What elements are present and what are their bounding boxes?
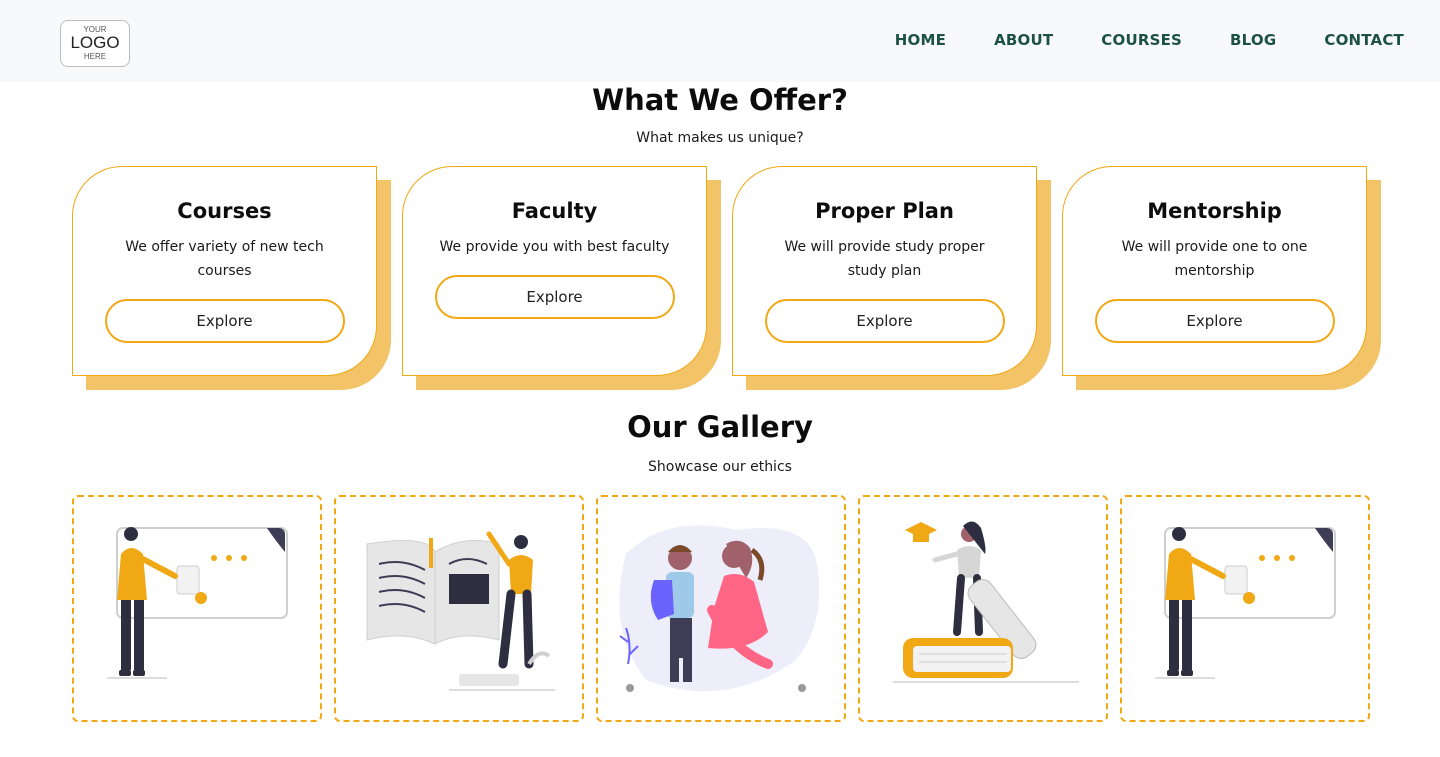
offer-card-proper-plan: Proper Plan We will provide study proper… <box>732 166 1037 376</box>
gallery-item[interactable] <box>858 495 1108 722</box>
open-book-reader-illustration <box>366 531 555 691</box>
explore-button-proper-plan[interactable]: Explore <box>764 299 1005 343</box>
nav-menu: HOME ABOUT COURSES BLOG CONTACT <box>895 31 1404 49</box>
nav-link-contact[interactable]: CONTACT <box>1324 31 1404 49</box>
nav-link-about[interactable]: ABOUT <box>994 31 1053 49</box>
card-title: Mentorship <box>1147 199 1282 223</box>
offer-cards: Courses We offer variety of new tech cou… <box>72 166 1367 376</box>
gallery-item[interactable] <box>334 495 584 722</box>
offer-card-faculty: Faculty We provide you with best faculty… <box>402 166 707 376</box>
gallery-title: Our Gallery <box>627 410 813 444</box>
mother-child-illustration <box>619 524 820 692</box>
explore-button-mentorship[interactable]: Explore <box>1094 299 1335 343</box>
card-text: We offer variety of new tech courses <box>125 239 324 279</box>
card-text: We will provide study proper study plan <box>784 239 985 279</box>
explore-button-faculty[interactable]: Explore <box>434 275 675 319</box>
nav-link-home[interactable]: HOME <box>895 31 946 49</box>
nav-link-courses[interactable]: COURSES <box>1101 31 1182 49</box>
gallery-item[interactable] <box>1120 495 1370 722</box>
logo[interactable]: YOUR LOGO HERE <box>60 20 130 67</box>
explore-button-courses[interactable]: Explore <box>104 299 345 343</box>
offer-card-mentorship: Mentorship We will provide one to one me… <box>1062 166 1367 376</box>
logo-line-2: LOGO <box>70 33 120 52</box>
gallery-grid <box>72 495 1370 722</box>
gallery-item[interactable] <box>596 495 846 722</box>
gallery-subtitle: Showcase our ethics <box>648 459 792 475</box>
graduate-on-books-illustration <box>893 520 1079 683</box>
card-title: Faculty <box>511 199 598 223</box>
presenter-whiteboard-illustration <box>1155 526 1336 679</box>
card-title: Proper Plan <box>815 199 954 223</box>
card-text: We provide you with best faculty <box>439 239 670 255</box>
offer-subtitle: What makes us unique? <box>636 130 804 146</box>
navbar: YOUR LOGO HERE HOME ABOUT COURSES BLOG C… <box>0 0 1440 82</box>
card-title: Courses <box>177 199 272 223</box>
gallery-item[interactable] <box>72 495 322 722</box>
offer-title: What We Offer? <box>592 83 848 117</box>
card-text: We will provide one to one mentorship <box>1121 239 1308 279</box>
presenter-whiteboard-illustration <box>107 526 288 679</box>
logo-line-3: HERE <box>83 52 107 61</box>
nav-link-blog[interactable]: BLOG <box>1230 31 1276 49</box>
offer-card-courses: Courses We offer variety of new tech cou… <box>72 166 377 376</box>
